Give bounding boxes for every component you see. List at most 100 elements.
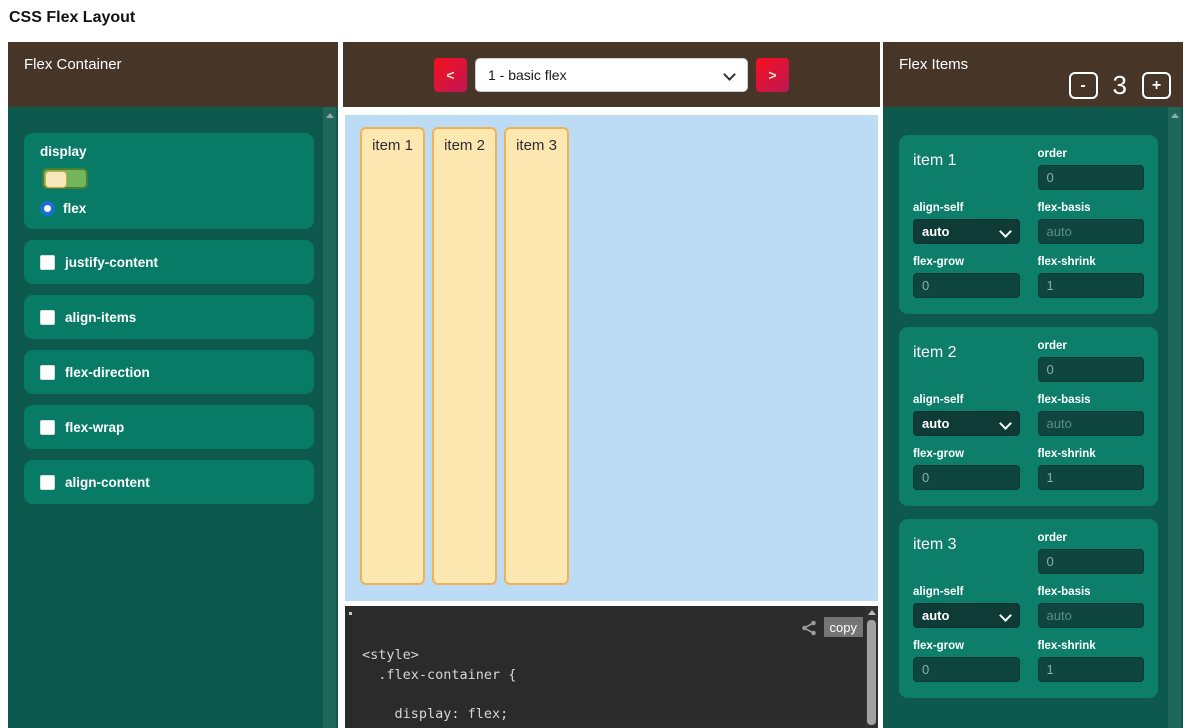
order-field: order	[1038, 340, 1145, 382]
code-line	[362, 685, 878, 705]
align-self-field: align-self auto	[913, 202, 1020, 244]
order-field: order	[1038, 148, 1145, 190]
scroll-up-icon[interactable]	[1171, 113, 1179, 118]
order-input[interactable]	[1038, 549, 1145, 574]
copy-button[interactable]: copy	[824, 617, 863, 637]
flex-basis-label: flex-basis	[1038, 586, 1145, 598]
app-window: CSS Flex Layout Flex Container display f…	[0, 0, 1199, 728]
flex-grow-input[interactable]	[913, 465, 1020, 490]
flex-grow-input[interactable]	[913, 657, 1020, 682]
flex-direction-label: flex-direction	[65, 365, 150, 380]
decrease-items-button[interactable]: -	[1069, 72, 1098, 99]
flex-container-panel-header: Flex Container	[8, 42, 338, 107]
align-self-label: align-self	[913, 202, 1020, 214]
item-1-card: item 1 order align-self auto flex-basis	[899, 135, 1158, 314]
code-panel: copy <style> .flex-container { display: …	[345, 606, 878, 728]
flex-shrink-field: flex-shrink	[1038, 448, 1145, 490]
item-3-title: item 3	[913, 532, 1020, 574]
flex-wrap-label: flex-wrap	[65, 420, 124, 435]
share-icon[interactable]	[800, 619, 818, 642]
flex-direction-checkbox[interactable]	[40, 365, 55, 380]
flex-grow-input[interactable]	[913, 273, 1020, 298]
left-panel-scrollbar[interactable]	[323, 107, 336, 728]
item-1-title: item 1	[913, 148, 1020, 190]
flex-basis-label: flex-basis	[1038, 394, 1145, 406]
flex-items-panel: Flex Items - 3 + item 1 order align-self	[883, 42, 1183, 728]
order-input[interactable]	[1038, 357, 1145, 382]
flex-shrink-label: flex-shrink	[1038, 640, 1145, 652]
justify-content-checkbox[interactable]	[40, 255, 55, 270]
align-self-select[interactable]: auto	[913, 603, 1020, 628]
page-title: CSS Flex Layout	[9, 9, 135, 27]
flex-container-panel-body: display flex justify-content align-items	[8, 107, 338, 728]
increase-items-button[interactable]: +	[1142, 72, 1171, 99]
flex-direction-card[interactable]: flex-direction	[24, 350, 314, 394]
flex-shrink-input[interactable]	[1038, 465, 1145, 490]
item-2-title: item 2	[913, 340, 1020, 382]
scroll-up-icon[interactable]	[326, 113, 334, 118]
preview-column: < 1 - basic flex > item 1 item 2 item 3	[343, 42, 880, 728]
item-count-stepper: - 3 +	[1069, 70, 1171, 101]
bullet-icon	[349, 612, 352, 615]
display-property-card: display flex	[24, 133, 314, 229]
item-3-card: item 3 order align-self auto flex-basis	[899, 519, 1158, 698]
example-nav-bar: < 1 - basic flex >	[343, 42, 880, 107]
align-content-card[interactable]: align-content	[24, 460, 314, 504]
align-self-select[interactable]: auto	[913, 219, 1020, 244]
code-scrollbar[interactable]	[865, 606, 878, 728]
align-self-label: align-self	[913, 394, 1020, 406]
align-content-label: align-content	[65, 475, 150, 490]
align-items-checkbox[interactable]	[40, 310, 55, 325]
preview-item-3: item 3	[504, 127, 569, 585]
order-label: order	[1038, 532, 1145, 544]
align-content-checkbox[interactable]	[40, 475, 55, 490]
display-label: display	[40, 144, 298, 159]
order-label: order	[1038, 148, 1145, 160]
prev-example-button[interactable]: <	[434, 58, 467, 92]
right-panel-scrollbar[interactable]	[1168, 107, 1181, 728]
flex-basis-field: flex-basis	[1038, 394, 1145, 436]
flex-basis-field: flex-basis	[1038, 202, 1145, 244]
next-example-button[interactable]: >	[756, 58, 789, 92]
flex-basis-input[interactable]	[1038, 411, 1145, 436]
item-count: 3	[1113, 70, 1127, 101]
flex-grow-label: flex-grow	[913, 640, 1020, 652]
order-input[interactable]	[1038, 165, 1145, 190]
align-self-field: align-self auto	[913, 394, 1020, 436]
flex-radio-label: flex	[63, 201, 86, 216]
flex-grow-field: flex-grow	[913, 448, 1020, 490]
scrollbar-thumb[interactable]	[867, 620, 876, 725]
code-line: .flex-container {	[362, 666, 878, 686]
flex-radio[interactable]	[40, 201, 55, 216]
flex-wrap-checkbox[interactable]	[40, 420, 55, 435]
flex-shrink-input[interactable]	[1038, 273, 1145, 298]
example-select-wrap: 1 - basic flex	[475, 58, 748, 92]
flex-container-panel: Flex Container display flex justify-cont…	[8, 42, 338, 728]
align-items-label: align-items	[65, 310, 136, 325]
flex-grow-field: flex-grow	[913, 256, 1020, 298]
order-label: order	[1038, 340, 1145, 352]
preview-item-1: item 1	[360, 127, 425, 585]
preview-item-2: item 2	[432, 127, 497, 585]
flex-shrink-field: flex-shrink	[1038, 640, 1145, 682]
flex-shrink-label: flex-shrink	[1038, 448, 1145, 460]
display-toggle[interactable]	[42, 168, 88, 189]
flex-basis-input[interactable]	[1038, 219, 1145, 244]
item-2-card: item 2 order align-self auto flex-basis	[899, 327, 1158, 506]
example-select[interactable]: 1 - basic flex	[475, 58, 748, 92]
align-items-card[interactable]: align-items	[24, 295, 314, 339]
justify-content-card[interactable]: justify-content	[24, 240, 314, 284]
flex-items-panel-header: Flex Items - 3 +	[883, 42, 1183, 107]
flex-items-panel-body: item 1 order align-self auto flex-basis	[883, 107, 1183, 728]
flex-grow-label: flex-grow	[913, 256, 1020, 268]
align-self-label: align-self	[913, 586, 1020, 598]
align-self-field: align-self auto	[913, 586, 1020, 628]
flex-wrap-card[interactable]: flex-wrap	[24, 405, 314, 449]
flex-shrink-input[interactable]	[1038, 657, 1145, 682]
flex-basis-input[interactable]	[1038, 603, 1145, 628]
align-self-select[interactable]: auto	[913, 411, 1020, 436]
flex-items-panel-title: Flex Items	[899, 56, 968, 73]
scroll-up-icon[interactable]	[868, 610, 876, 615]
flex-grow-label: flex-grow	[913, 448, 1020, 460]
flex-basis-field: flex-basis	[1038, 586, 1145, 628]
